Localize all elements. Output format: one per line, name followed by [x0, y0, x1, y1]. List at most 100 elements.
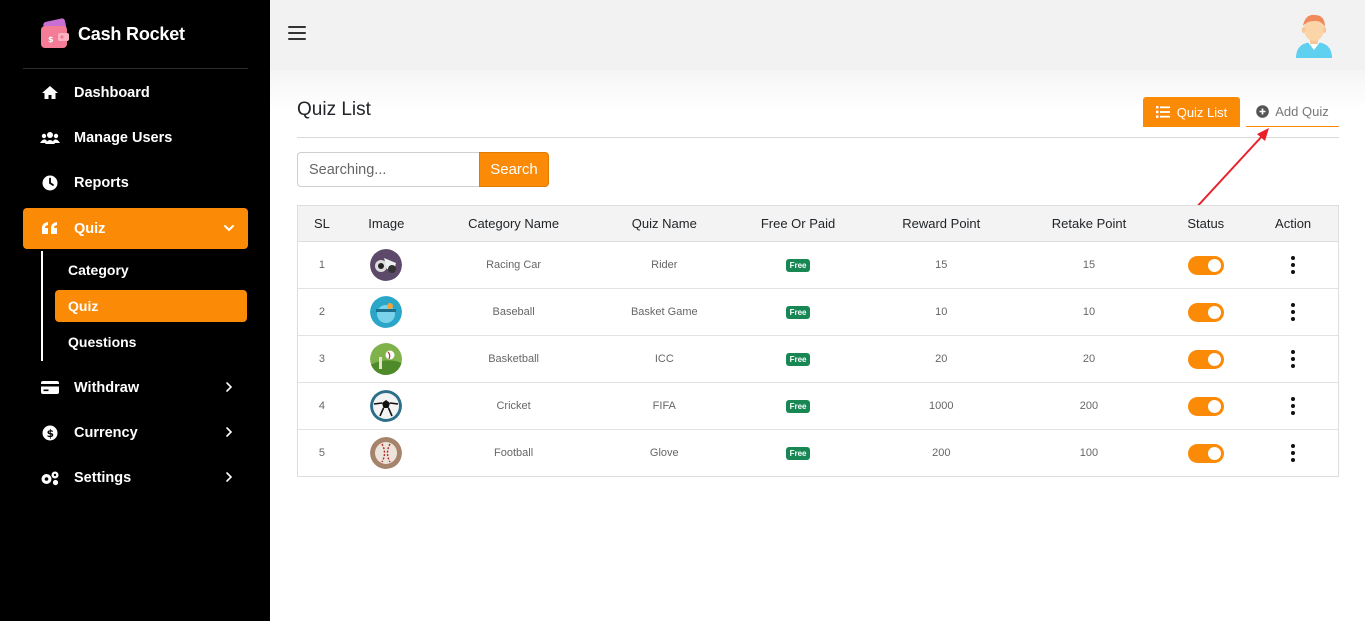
cell-quiz-name: Basket Game: [630, 306, 698, 318]
users-icon: [39, 130, 61, 146]
status-toggle[interactable]: [1187, 396, 1224, 416]
cell-retake-point: 100: [1079, 447, 1099, 459]
status-toggle[interactable]: [1187, 302, 1224, 322]
credit-card-icon: [39, 380, 61, 396]
sidebar-divider: [23, 68, 248, 69]
sidebar-item-dashboard[interactable]: Dashboard: [23, 72, 248, 113]
plus-circle-icon: [1256, 105, 1270, 118]
cell-retake-point: 15: [1082, 259, 1096, 271]
cell-reward-point: 200: [932, 447, 951, 459]
cell-category: Racing Car: [486, 259, 542, 271]
sidebar-subitem-label: Questions: [68, 334, 137, 350]
sidebar-item-currency[interactable]: $ Currency: [23, 412, 248, 453]
sidebar-item-quiz[interactable]: Quiz: [23, 208, 248, 249]
cell-status: [1163, 349, 1248, 369]
cell-image: [346, 249, 427, 281]
cell-quiz-name: FIFA: [652, 400, 676, 412]
status-toggle[interactable]: [1187, 443, 1224, 463]
sidebar-subitem-quiz[interactable]: Quiz: [55, 290, 247, 322]
kebab-menu-icon[interactable]: [1288, 256, 1298, 274]
cell-action: [1248, 397, 1338, 415]
cell-retake-point: 10: [1082, 306, 1096, 318]
cell-free-or-paid: Free: [728, 399, 868, 413]
clock-icon: [39, 175, 61, 191]
free-badge: Free: [785, 305, 811, 319]
table-body: 1 Racing Car Rider Free 15 15 2 Baseball…: [298, 242, 1338, 476]
cell-image: [346, 437, 427, 469]
home-icon: [39, 85, 61, 101]
quiz-thumbnail: [370, 343, 403, 375]
cell-category: Baseball: [492, 306, 535, 318]
hamburger-menu-icon[interactable]: [288, 26, 306, 42]
status-toggle[interactable]: [1187, 255, 1224, 275]
search-input[interactable]: [297, 152, 479, 187]
sidebar-item-label: Dashboard: [74, 84, 150, 101]
list-icon: [1155, 106, 1170, 118]
cell-sl: 2: [318, 306, 326, 318]
cell-image: [346, 296, 427, 328]
chevron-down-icon: [224, 225, 234, 232]
chevron-right-icon: [226, 427, 233, 437]
quiz-thumbnail: [370, 249, 403, 281]
sidebar-item-settings[interactable]: Settings: [23, 457, 248, 498]
column-header: Status: [1187, 216, 1225, 231]
chevron-right-icon: [226, 472, 233, 482]
free-badge: Free: [785, 352, 811, 366]
column-header: Action: [1275, 216, 1312, 231]
title-divider: [297, 137, 1339, 138]
column-header: Free Or Paid: [760, 216, 836, 231]
column-header: Category Name: [468, 216, 560, 231]
status-toggle[interactable]: [1187, 349, 1224, 369]
quiz-table: SL Image Category Name Quiz Name Free Or…: [297, 205, 1339, 477]
sidebar-item-label: Settings: [74, 469, 132, 486]
column-header: SL: [314, 216, 330, 231]
page-title: Quiz List: [297, 99, 371, 120]
quiz-list-tab-button[interactable]: Quiz List: [1143, 97, 1240, 127]
cell-image: [346, 390, 427, 422]
cell-sl: 4: [318, 400, 326, 412]
column-header: Quiz Name: [631, 216, 697, 231]
sidebar-item-reports[interactable]: Reports: [23, 162, 248, 203]
cell-reward-point: 1000: [929, 400, 954, 412]
free-badge: Free: [785, 258, 811, 272]
table-row: 1 Racing Car Rider Free 15 15: [298, 242, 1338, 289]
kebab-menu-icon[interactable]: [1288, 444, 1298, 462]
cell-retake-point: 200: [1079, 400, 1099, 412]
cell-status: [1163, 396, 1248, 416]
brand[interactable]: $ Cash Rocket: [40, 16, 185, 52]
table-row: 5 Football Glove Free 200 100: [298, 430, 1338, 476]
cell-status: [1163, 255, 1248, 275]
quiz-thumbnail: [370, 437, 403, 469]
add-quiz-tab-button[interactable]: Add Quiz: [1246, 97, 1339, 127]
kebab-menu-icon[interactable]: [1288, 350, 1298, 368]
cell-category: Football: [494, 447, 534, 459]
cell-category: Basketball: [488, 353, 539, 365]
sidebar-subitem-questions[interactable]: Questions: [55, 326, 247, 358]
sidebar-item-label: Currency: [74, 424, 138, 441]
cell-action: [1248, 303, 1338, 321]
svg-text:$: $: [48, 35, 54, 44]
chevron-right-icon: [226, 382, 233, 392]
cell-quiz-name: ICC: [654, 353, 674, 365]
cell-free-or-paid: Free: [728, 258, 868, 272]
cell-quiz-name: Glove: [649, 447, 679, 459]
sidebar-subitem-category[interactable]: Category: [55, 254, 247, 286]
add-quiz-tab-label: Add Quiz: [1275, 104, 1329, 119]
kebab-menu-icon[interactable]: [1288, 303, 1298, 321]
kebab-menu-icon[interactable]: [1288, 397, 1298, 415]
cell-sl: 3: [318, 353, 326, 365]
cell-action: [1248, 256, 1338, 274]
sidebar-item-withdraw[interactable]: Withdraw: [23, 367, 248, 408]
user-avatar[interactable]: [1293, 12, 1335, 58]
sidebar-item-label: Quiz: [74, 220, 106, 237]
cell-reward-point: 10: [935, 306, 948, 318]
cell-action: [1248, 444, 1338, 462]
search-button[interactable]: Search: [479, 152, 549, 187]
sidebar-item-label: Manage Users: [74, 129, 173, 146]
brand-name: Cash Rocket: [78, 23, 185, 44]
cell-sl: 5: [318, 447, 326, 459]
table-row: 2 Baseball Basket Game Free 10 10: [298, 289, 1338, 336]
sidebar: $ Cash Rocket Dashboard Manage Users Rep…: [0, 0, 270, 621]
cell-category: Cricket: [496, 400, 531, 412]
sidebar-item-manage-users[interactable]: Manage Users: [23, 117, 248, 158]
